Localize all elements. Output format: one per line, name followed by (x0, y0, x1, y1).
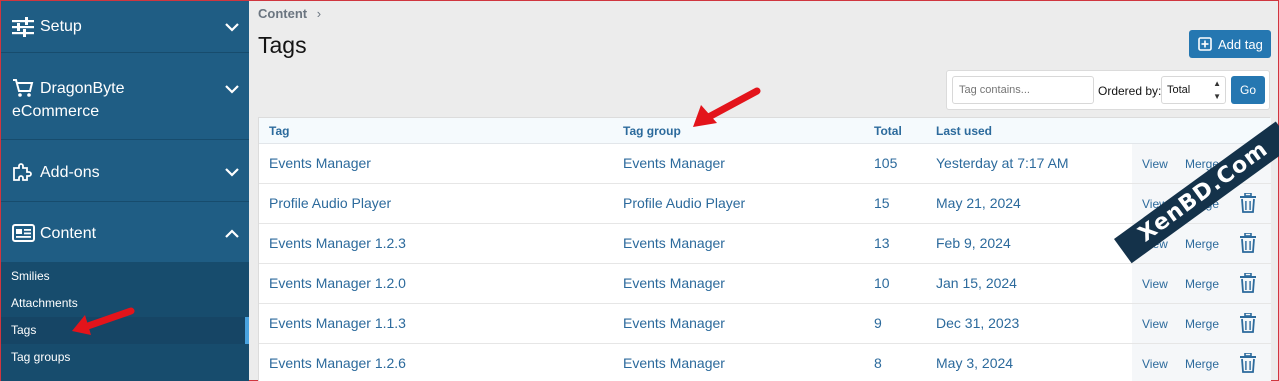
sidebar-section-dragonbyte-ecommerce[interactable]: DragonByte eCommerce (1, 53, 249, 140)
table-row: Events Manager 1.1.3 Events Manager 9 Dec 3… (259, 304, 1271, 344)
tag-link[interactable]: Events Manager 1.2.6 (269, 355, 406, 371)
sliders-icon (12, 17, 34, 37)
plus-square-icon (1198, 37, 1212, 51)
tag-group-link[interactable]: Events Manager (623, 275, 725, 291)
sidebar-section-content[interactable]: Content (1, 202, 249, 262)
cart-icon (13, 79, 34, 97)
trash-icon[interactable] (1240, 313, 1256, 333)
tag-group-link[interactable]: Events Manager (623, 235, 725, 251)
tag-last-used: May 21, 2024 (936, 195, 1021, 211)
sidebar-section-label: DragonByte (40, 80, 125, 97)
newspaper-icon (12, 224, 35, 242)
go-button[interactable]: Go (1231, 76, 1265, 104)
tag-total: 9 (874, 315, 882, 331)
merge-link[interactable]: Merge (1185, 357, 1219, 371)
sidebar-section-setup[interactable]: Setup (1, 1, 249, 53)
row-actions: View Merge (1132, 344, 1271, 381)
view-link[interactable]: View (1142, 157, 1168, 171)
tag-last-used: Feb 9, 2024 (936, 235, 1011, 251)
tag-last-used: Yesterday at 7:17 AM (936, 155, 1069, 171)
header-tag[interactable]: Tag (269, 124, 289, 138)
view-link[interactable]: View (1142, 357, 1168, 371)
tag-group-link[interactable]: Events Manager (623, 315, 725, 331)
trash-icon[interactable] (1240, 353, 1256, 373)
breadcrumb-separator: › (316, 6, 322, 21)
add-tag-button[interactable]: Add tag (1189, 30, 1271, 58)
tag-total: 13 (874, 235, 890, 251)
row-actions: View Merge (1132, 304, 1271, 343)
merge-link[interactable]: Merge (1185, 277, 1219, 291)
tag-group-link[interactable]: Events Manager (623, 355, 725, 371)
chevron-down-icon[interactable] (225, 82, 239, 96)
tag-group-link[interactable]: Events Manager (623, 155, 725, 171)
ordered-by-label: Ordered by: (1098, 84, 1162, 98)
tag-last-used: Jan 15, 2024 (936, 275, 1017, 291)
filter-bar: Ordered by: Total ▲▼ Go (946, 70, 1270, 110)
sidebar-item-smilies[interactable]: Smilies (1, 263, 249, 290)
merge-link[interactable]: Merge (1185, 237, 1219, 251)
merge-link[interactable]: Merge (1185, 317, 1219, 331)
tag-contains-input[interactable] (952, 76, 1094, 104)
trash-icon[interactable] (1240, 273, 1256, 293)
order-select[interactable]: Total ▲ ▼ (1161, 76, 1226, 104)
sidebar-section-add-ons[interactable]: Add-ons (1, 140, 249, 202)
breadcrumb: Content › (258, 6, 321, 21)
breadcrumb-link-content[interactable]: Content (258, 6, 307, 21)
tag-link[interactable]: Events Manager (269, 155, 371, 171)
tag-total: 10 (874, 275, 890, 291)
tag-last-used: Dec 31, 2023 (936, 315, 1020, 331)
sidebar-section-label: Add-ons (40, 164, 100, 181)
view-link[interactable]: View (1142, 277, 1168, 291)
tag-total: 15 (874, 195, 890, 211)
header-tag-group[interactable]: Tag group (623, 124, 681, 138)
tag-link[interactable]: Events Manager 1.1.3 (269, 315, 406, 331)
puzzle-icon (13, 163, 32, 181)
sidebar-section-label: Setup (40, 18, 82, 35)
table-row: Events Manager 1.2.0 Events Manager 10 Jan … (259, 264, 1271, 304)
row-actions: View Merge (1132, 264, 1271, 303)
header-last-used[interactable]: Last used (936, 124, 992, 138)
annotation-arrow (693, 87, 761, 127)
table-header: Tag Tag group Total Last used (259, 118, 1271, 144)
tag-last-used: May 3, 2024 (936, 355, 1014, 371)
table-row: Events Manager Events Manager 105 Yesterday… (259, 144, 1271, 184)
tag-total: 105 (874, 155, 898, 171)
table-row: Profile Audio Player Profile Audio Player… (259, 184, 1271, 224)
annotation-arrow (72, 307, 135, 335)
order-select-value: Total (1167, 84, 1191, 96)
header-total[interactable]: Total (874, 124, 902, 138)
sidebar-item-tag-groups[interactable]: Tag groups (1, 344, 249, 371)
view-link[interactable]: View (1142, 317, 1168, 331)
chevron-down-icon[interactable] (225, 20, 239, 34)
trash-icon[interactable] (1240, 193, 1256, 213)
select-arrows-icon: ▲ ▼ (1213, 79, 1221, 101)
page-title: Tags (258, 32, 307, 58)
chevron-up-icon[interactable] (225, 227, 239, 241)
trash-icon[interactable] (1240, 233, 1256, 253)
sidebar-section-label-line2: eCommerce (12, 103, 100, 120)
table-row: Events Manager 1.2.6 Events Manager 8 May 3… (259, 344, 1271, 381)
sidebar-section-label: Content (40, 225, 97, 242)
chevron-down-icon[interactable] (225, 165, 239, 179)
tag-link[interactable]: Profile Audio Player (269, 195, 391, 211)
tag-total: 8 (874, 355, 882, 371)
tag-link[interactable]: Events Manager 1.2.3 (269, 235, 406, 251)
tag-link[interactable]: Events Manager 1.2.0 (269, 275, 406, 291)
add-tag-label: Add tag (1218, 36, 1263, 52)
tags-table: Tag Tag group Total Last used Events Man… (258, 117, 1271, 381)
tag-group-link[interactable]: Profile Audio Player (623, 195, 745, 211)
